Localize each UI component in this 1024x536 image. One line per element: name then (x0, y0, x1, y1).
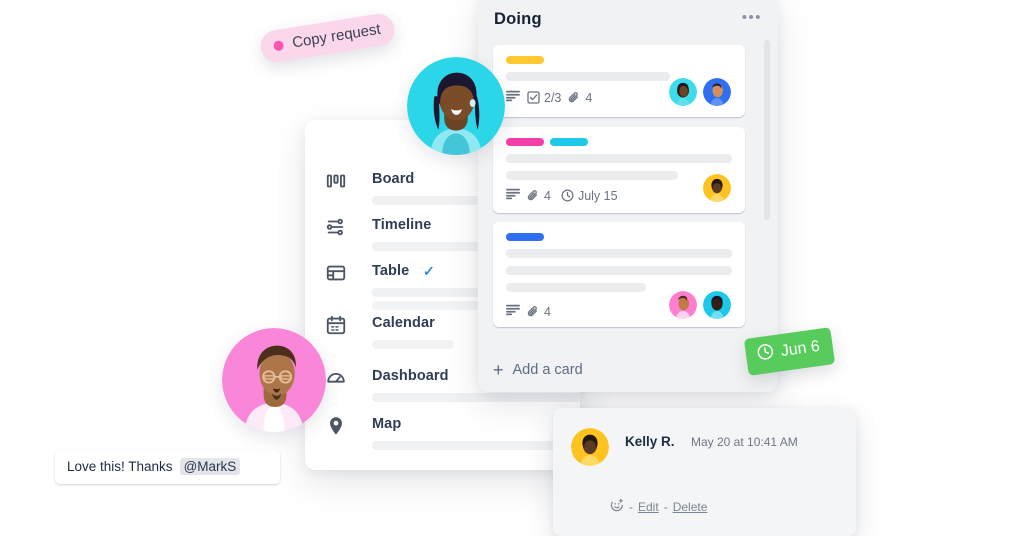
attachment-count: 4 (544, 188, 551, 203)
add-card-button[interactable]: + Add a card (493, 360, 583, 380)
timeline-icon (325, 216, 347, 238)
avatar-pink-man[interactable] (222, 328, 326, 432)
dashboard-icon (325, 367, 347, 389)
nav-item-placeholder-line-2 (372, 301, 480, 310)
card-item[interactable]: 4 (493, 222, 745, 327)
card-meta: 4 (506, 304, 551, 319)
card-meta: 4 July 15 (506, 188, 618, 203)
comment-card: Kelly R. May 20 at 10:41 AM - Edit - Del… (553, 408, 856, 536)
table-icon (325, 262, 347, 284)
member-avatar-yellow-woman[interactable] (703, 174, 731, 202)
member-avatar-pink-man[interactable] (669, 291, 697, 319)
card-label-blue (506, 233, 544, 241)
card-label-cyan (550, 138, 588, 146)
card-attachments: 4 (527, 189, 551, 203)
card-label-pink (506, 138, 544, 146)
card-title-placeholder (506, 72, 670, 81)
copy-request-label: Copy request (291, 20, 382, 52)
nav-item-label: Timeline (372, 217, 432, 233)
edit-link[interactable]: Edit (638, 500, 659, 514)
card-item[interactable]: 2/3 4 (493, 45, 745, 117)
description-icon (506, 90, 520, 105)
card-checklist: 2/3 (527, 91, 561, 105)
comment-text-bubble[interactable]: Love this! Thanks @MarkS (55, 450, 280, 484)
member-avatar-blue-man[interactable] (703, 78, 731, 106)
member-avatar-teal-woman[interactable] (669, 78, 697, 106)
illustration-canvas: Board Timeline Table ✓ Calendar Dashboar… (0, 0, 1024, 536)
card-label-yellow (506, 56, 544, 64)
nav-item-placeholder-line (372, 441, 582, 450)
map-pin-icon (325, 415, 347, 437)
nav-item-placeholder-line (372, 340, 454, 349)
card-title-placeholder (506, 154, 732, 163)
nav-item-map[interactable]: Map (325, 413, 582, 459)
comment-timestamp: May 20 at 10:41 AM (691, 435, 798, 449)
list-panel-doing: Doing ••• 2/3 4 4 July 15 4 + Add a card (478, 0, 778, 392)
nav-item-label: Board (372, 171, 415, 187)
list-title: Doing (494, 10, 542, 28)
card-title-placeholder-3 (506, 283, 646, 292)
copy-request-badge[interactable]: Copy request (258, 11, 397, 65)
comment-actions: - Edit - Delete (610, 498, 707, 515)
nav-item-label: Map (372, 416, 402, 432)
description-icon (506, 304, 520, 319)
list-scrollbar[interactable] (764, 40, 770, 220)
checklist-count: 2/3 (544, 90, 562, 105)
nav-item-check: ✓ (423, 263, 435, 279)
card-meta: 2/3 4 (506, 90, 592, 105)
separator: - (629, 499, 633, 514)
nav-item-label: Calendar (372, 315, 435, 331)
add-card-label: Add a card (512, 362, 583, 378)
attachment-count: 4 (544, 304, 551, 319)
separator: - (663, 499, 668, 514)
member-avatar-cyan-woman[interactable] (703, 291, 731, 319)
calendar-icon (325, 314, 347, 336)
comment-author: Kelly R. (625, 434, 675, 449)
comment-body: Love this! Thanks @MarkS (67, 458, 241, 475)
card-attachments: 4 (527, 305, 551, 319)
card-title-placeholder-2 (506, 266, 732, 275)
card-due-date: July 15 (561, 189, 618, 203)
delete-link[interactable]: Delete (673, 500, 708, 514)
board-icon (325, 170, 347, 192)
clock-icon (756, 342, 776, 366)
plus-icon: + (493, 360, 504, 380)
description-icon (506, 188, 520, 203)
list-menu-icon[interactable]: ••• (742, 10, 762, 25)
card-attachments: 4 (568, 91, 592, 105)
pink-dot-icon (272, 39, 285, 51)
comment-avatar-kelly[interactable] (571, 428, 609, 466)
card-item[interactable]: 4 July 15 (493, 127, 745, 213)
card-title-placeholder (506, 249, 732, 258)
add-reaction-icon[interactable] (610, 498, 624, 515)
mention-chip[interactable]: @MarkS (179, 458, 241, 475)
nav-item-label: Dashboard (372, 368, 449, 384)
due-date-badge-label: Jun 6 (779, 337, 821, 361)
due-date-text: July 15 (577, 188, 618, 203)
avatar-teal-woman[interactable] (407, 57, 505, 155)
attachment-count: 4 (585, 90, 593, 105)
nav-item-placeholder-line (372, 393, 582, 402)
comment-body-text: Love this! Thanks (67, 459, 173, 474)
nav-item-label: Table (372, 263, 410, 279)
card-title-placeholder-2 (506, 171, 678, 180)
